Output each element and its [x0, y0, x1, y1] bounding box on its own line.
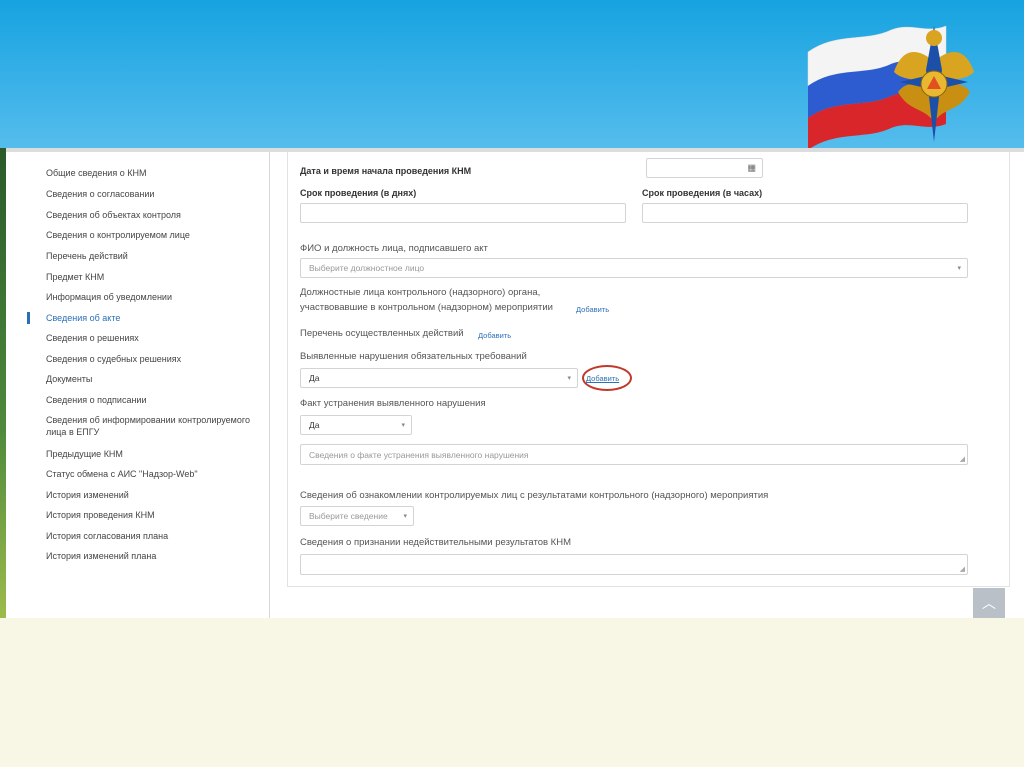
sidebar-item-plan-approval-history[interactable]: История согласования плана — [27, 530, 270, 542]
sidebar-item-controlled-person[interactable]: Сведения о контролируемом лице — [27, 229, 270, 241]
chevron-down-icon: ▾ — [401, 422, 405, 429]
signer-placeholder: Выберите должностное лицо — [309, 263, 425, 273]
duration-days-input[interactable] — [300, 203, 626, 223]
sidebar-item-court[interactable]: Сведения о судебных решениях — [27, 353, 270, 365]
scroll-to-top-button[interactable]: ︿ — [973, 588, 1005, 618]
signer-label: ФИО и должность лица, подписавшего акт — [300, 243, 488, 254]
familiarization-label: Сведения об ознакомлении контролируемых … — [300, 490, 769, 501]
violations-value: Да — [309, 373, 320, 383]
elimination-select[interactable]: Да ▾ — [300, 415, 412, 435]
start-datetime-label: Дата и время начала проведения КНМ — [300, 166, 472, 176]
familiarization-select[interactable]: Выберите сведение ▾ — [300, 506, 414, 526]
window-edge — [0, 148, 6, 618]
sidebar-item-epgu[interactable]: Сведения об информировании контролируемо… — [27, 414, 270, 438]
elimination-details-textarea[interactable]: Сведения о факте устранения выявленного … — [300, 444, 968, 465]
violations-select[interactable]: Да ▾ — [300, 368, 578, 388]
duration-hours-label: Срок проведения (в часах) — [642, 188, 763, 198]
sidebar-item-exchange-status[interactable]: Статус обмена с АИС "Надзор-Web" — [27, 468, 270, 480]
chevron-down-icon: ▾ — [957, 265, 961, 272]
actions-label: Перечень осуществленных действий — [300, 328, 464, 339]
signer-select[interactable]: Выберите должностное лицо ▾ — [300, 258, 968, 278]
sidebar-item-signing[interactable]: Сведения о подписании — [27, 394, 270, 406]
chevron-down-icon: ▾ — [403, 513, 407, 520]
violations-add-link[interactable]: Добавить — [586, 374, 619, 383]
sidebar-item-history[interactable]: История изменений — [27, 489, 270, 501]
sidebar: Общие сведения о КНМ Сведения о согласов… — [27, 152, 270, 618]
sidebar-item-objects[interactable]: Сведения об объектах контроля — [27, 209, 270, 221]
sidebar-item-conduct-history[interactable]: История проведения КНМ — [27, 509, 270, 521]
sidebar-item-decisions[interactable]: Сведения о решениях — [27, 332, 270, 344]
actions-add-link[interactable]: Добавить — [478, 331, 511, 340]
calendar-icon[interactable]: ▦ — [747, 163, 756, 174]
sidebar-item-subject[interactable]: Предмет КНМ — [27, 271, 270, 283]
sidebar-item-approval[interactable]: Сведения о согласовании — [27, 188, 270, 200]
app-screenshot: Общие сведения о КНМ Сведения о согласов… — [0, 148, 1024, 618]
officials-label-line1: Должностные лица контрольного (надзорног… — [300, 287, 541, 298]
header-banner — [0, 0, 1024, 150]
sidebar-item-actions[interactable]: Перечень действий — [27, 250, 270, 262]
chevron-down-icon: ▾ — [567, 375, 571, 382]
familiarization-placeholder: Выберите сведение — [309, 511, 388, 521]
elimination-label: Факт устранения выявленного нарушения — [300, 398, 486, 409]
elimination-placeholder: Сведения о факте устранения выявленного … — [309, 449, 529, 460]
elimination-value: Да — [309, 420, 320, 430]
sidebar-item-notification[interactable]: Информация об уведомлении — [27, 291, 270, 303]
resize-handle-icon[interactable]: ◢ — [960, 455, 965, 463]
sidebar-item-previous[interactable]: Предыдущие КНМ — [27, 448, 270, 460]
sidebar-item-plan-changes[interactable]: История изменений плана — [27, 550, 270, 562]
invalid-results-textarea[interactable]: ◢ — [300, 554, 968, 575]
chevron-up-icon: ︿ — [982, 595, 996, 611]
resize-handle-icon[interactable]: ◢ — [960, 565, 965, 573]
sidebar-item-documents[interactable]: Документы — [27, 373, 270, 385]
sidebar-item-act[interactable]: Сведения об акте — [27, 312, 270, 324]
act-form: Дата и время начала проведения КНМ ▦ Сро… — [287, 152, 1010, 587]
sidebar-item-general[interactable]: Общие сведения о КНМ — [27, 167, 270, 179]
russian-flag-emblem — [807, 25, 974, 150]
officials-add-link[interactable]: Добавить — [576, 305, 609, 314]
invalid-results-label: Сведения о признании недействительными р… — [300, 537, 571, 548]
duration-days-label: Срок проведения (в днях) — [300, 188, 417, 198]
violations-label: Выявленные нарушения обязательных требов… — [300, 351, 527, 362]
officials-label-line2: участвовавшие в контрольном (надзорном) … — [300, 302, 553, 313]
start-datetime-input[interactable]: ▦ — [646, 158, 763, 178]
duration-hours-input[interactable] — [642, 203, 968, 223]
